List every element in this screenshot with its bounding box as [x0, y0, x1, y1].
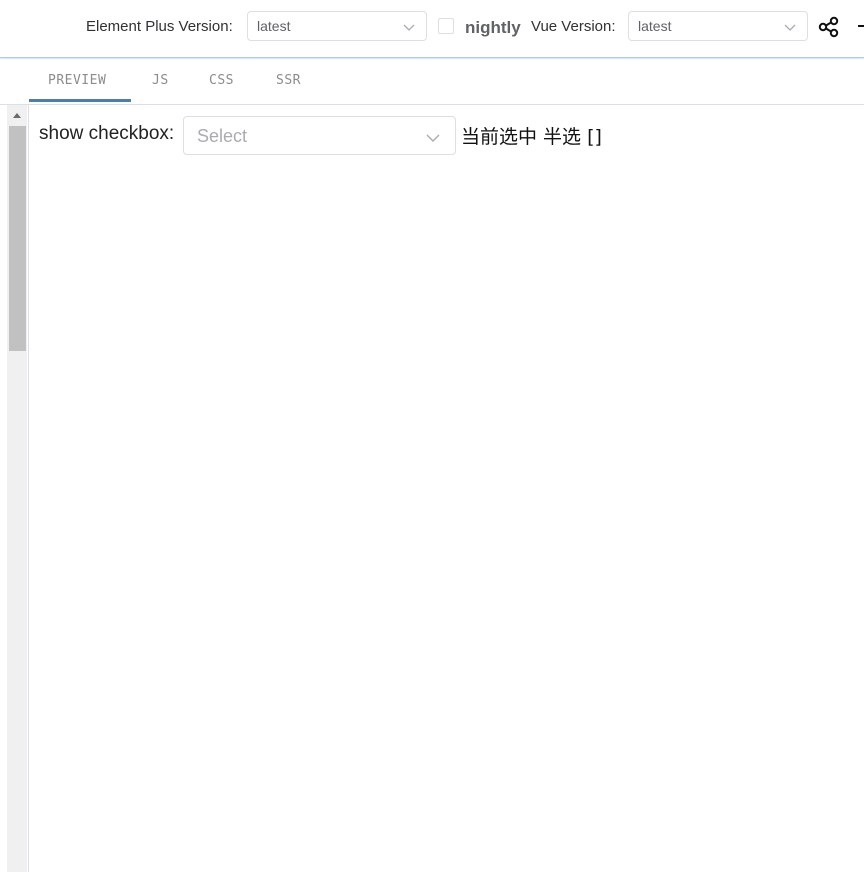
scrollbar-thumb[interactable]	[9, 126, 26, 351]
tab-js[interactable]: JS	[152, 73, 169, 88]
nightly-checkbox[interactable]	[438, 18, 454, 34]
active-tab-indicator	[29, 99, 131, 102]
tree-select-placeholder: Select	[197, 126, 248, 146]
nightly-label[interactable]: nightly	[465, 18, 521, 38]
tab-css[interactable]: CSS	[209, 73, 234, 88]
scroll-up-arrow-icon[interactable]	[12, 111, 22, 119]
output-tabs: PREVIEW JS CSS SSR	[0, 59, 864, 105]
vue-version-label: Vue Version:	[531, 18, 616, 35]
chevron-down-icon	[784, 24, 796, 31]
share-icon[interactable]	[818, 16, 840, 38]
header-toolbar: Element Plus Version: latest nightly Vue…	[0, 0, 864, 58]
selection-status-text: 当前选中 半选 []	[461, 126, 602, 148]
tab-ssr[interactable]: SSR	[276, 73, 301, 88]
element-plus-version-select[interactable]: latest	[247, 11, 427, 41]
element-plus-version-label: Element Plus Version:	[86, 18, 233, 35]
more-icon[interactable]	[858, 18, 864, 34]
show-checkbox-label: show checkbox:	[39, 123, 175, 144]
tab-preview[interactable]: PREVIEW	[48, 73, 106, 88]
element-plus-version-value: latest	[257, 18, 291, 34]
tree-select[interactable]: Select	[183, 116, 456, 155]
chevron-down-icon	[403, 24, 415, 31]
chevron-down-icon	[426, 134, 440, 142]
vue-version-select[interactable]: latest	[628, 11, 808, 41]
vue-version-value: latest	[638, 18, 672, 34]
